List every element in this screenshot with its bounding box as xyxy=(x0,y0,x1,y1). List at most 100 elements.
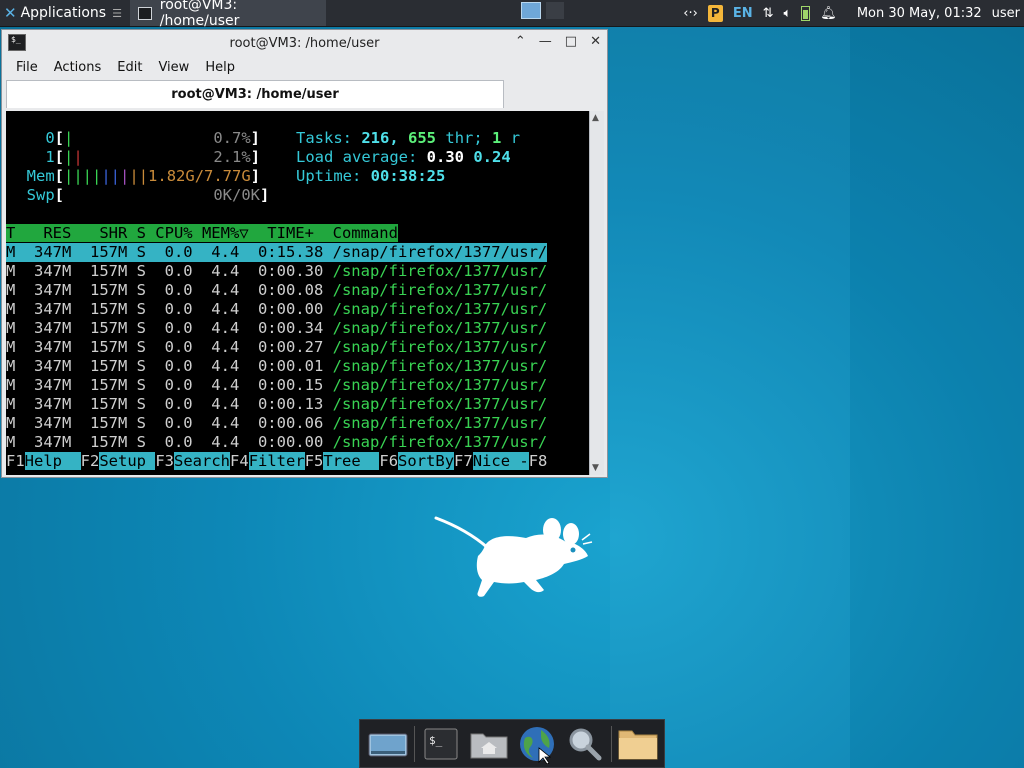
process-row[interactable]: M 347M 157M S 0.0 4.4 0:00.00 /snap/fire… xyxy=(6,300,547,319)
terminal-icon[interactable]: $_ xyxy=(8,34,26,51)
desktop-background-band xyxy=(850,27,1024,768)
search-icon xyxy=(569,728,602,760)
maximize-button[interactable]: □ xyxy=(565,34,577,49)
function-key[interactable]: F8 xyxy=(529,452,548,470)
notifications-bell-icon[interactable]: 🔔︎ xyxy=(820,6,837,21)
function-key[interactable]: F1 xyxy=(6,452,25,470)
process-command: /snap/firefox/1377/usr/ xyxy=(332,319,548,337)
process-stats: M 347M 157M S 0.0 4.4 0:00.15 xyxy=(6,376,333,394)
function-key[interactable]: F4 xyxy=(230,452,249,470)
home-folder-launcher[interactable] xyxy=(465,722,513,766)
close-button[interactable]: ✕ xyxy=(590,34,601,49)
function-key-label[interactable]: Help xyxy=(24,452,81,470)
network-transfer-icon[interactable]: ⇅ xyxy=(763,6,774,21)
process-command: /snap/firefox/1377/usr/ xyxy=(332,433,548,451)
swap-meter: Swp[ 0K/0K] xyxy=(26,186,270,204)
process-row[interactable]: M 347M 157M S 0.0 4.4 0:00.34 /snap/fire… xyxy=(6,319,547,338)
function-key[interactable]: F2 xyxy=(81,452,100,470)
applications-label: Applications xyxy=(20,5,107,21)
uptime: Uptime: 00:38:25 xyxy=(296,167,446,185)
terminal-window: $_ root@VM3: /home/user ⌃ — □ ✕ File Act… xyxy=(1,29,608,478)
process-row[interactable]: M 347M 157M S 0.0 4.4 0:00.01 /snap/fire… xyxy=(6,357,547,376)
function-key[interactable]: F3 xyxy=(155,452,174,470)
applications-menu[interactable]: ✕ Applications ☰ xyxy=(0,0,126,26)
menu-bar: File Actions Edit View Help xyxy=(2,56,607,78)
process-row[interactable]: M 347M 157M S 0.0 4.4 0:00.27 /snap/fire… xyxy=(6,338,547,357)
web-browser-launcher[interactable] xyxy=(513,722,561,766)
taskbar-item-terminal[interactable]: root@VM3: /home/user xyxy=(129,0,326,29)
workspace-1[interactable] xyxy=(521,2,541,19)
process-row[interactable]: M 347M 157M S 0.0 4.4 0:00.13 /snap/fire… xyxy=(6,395,547,414)
process-command: /snap/firefox/1377/usr/ xyxy=(332,243,548,261)
function-key-label[interactable]: Setup xyxy=(99,452,156,470)
menu-file[interactable]: File xyxy=(8,60,46,75)
process-stats: M 347M 157M S 0.0 4.4 0:00.00 xyxy=(6,433,333,451)
tab-bar: root@VM3: /home/user xyxy=(6,80,604,110)
terminal-scrollbar[interactable]: ▲ ▼ xyxy=(589,111,604,475)
terminal-icon xyxy=(137,6,152,20)
web-browser-icon xyxy=(520,726,554,764)
process-command: /snap/firefox/1377/usr/ xyxy=(332,414,548,432)
terminal-icon: $_ xyxy=(424,728,458,759)
function-key-label[interactable]: SortBy xyxy=(398,452,455,470)
shade-button[interactable]: ⌃ xyxy=(515,34,526,49)
home-folder-icon xyxy=(470,733,508,758)
parcellite-icon[interactable]: P xyxy=(707,4,723,22)
scroll-down-icon[interactable]: ▼ xyxy=(592,463,599,473)
user-menu[interactable]: user xyxy=(992,6,1020,21)
process-stats: M 347M 157M S 0.0 4.4 0:00.34 xyxy=(6,319,333,337)
process-command: /snap/firefox/1377/usr/ xyxy=(332,357,548,375)
folder-launcher[interactable] xyxy=(614,722,662,766)
cpu0-meter: 0[| 0.7%] xyxy=(45,129,261,147)
menu-help[interactable]: Help xyxy=(197,60,243,75)
process-stats: M 347M 157M S 0.0 4.4 0:00.00 xyxy=(6,300,333,318)
battery-icon[interactable] xyxy=(801,5,811,21)
process-stats: M 347M 157M S 0.0 4.4 0:00.13 xyxy=(6,395,333,413)
process-command: /snap/firefox/1377/usr/ xyxy=(332,281,548,299)
function-key[interactable]: F6 xyxy=(379,452,398,470)
show-desktop-button[interactable] xyxy=(364,722,412,766)
function-key-label[interactable]: Tree xyxy=(323,452,380,470)
function-key-label[interactable]: Nice - xyxy=(472,452,529,470)
network-icon[interactable]: ‹·› xyxy=(683,6,698,21)
xfce-logo-icon: ✕ xyxy=(4,4,17,22)
function-key-label[interactable]: Filter xyxy=(248,452,305,470)
menu-actions[interactable]: Actions xyxy=(46,60,110,75)
keyboard-layout-indicator[interactable]: EN xyxy=(733,6,753,21)
process-table-header[interactable]: T RES SHR S CPU% MEM%▽ TIME+ Command xyxy=(6,224,398,243)
process-row[interactable]: M 347M 157M S 0.0 4.4 0:00.00 /snap/fire… xyxy=(6,433,547,452)
taskbar-item-label: root@VM3: /home/user xyxy=(159,0,240,29)
dock-separator xyxy=(414,725,415,762)
app-finder-launcher[interactable] xyxy=(561,722,609,766)
process-stats: M 347M 157M S 0.0 4.4 0:00.08 xyxy=(6,281,333,299)
scroll-up-icon[interactable]: ▲ xyxy=(592,113,599,123)
system-tray: ‹·› P EN ⇅ 🔈︎ 🔔︎ Mon 30 May, 01:32 user xyxy=(683,0,1024,26)
process-command: /snap/firefox/1377/usr/ xyxy=(332,300,548,318)
tab-terminal[interactable]: root@VM3: /home/user xyxy=(6,80,504,108)
xfce-mouse-logo xyxy=(434,516,593,597)
process-row[interactable]: M 347M 157M S 0.0 4.4 0:00.06 /snap/fire… xyxy=(6,414,547,433)
function-key-label[interactable]: Search xyxy=(174,452,231,470)
window-titlebar[interactable]: $_ root@VM3: /home/user ⌃ — □ ✕ xyxy=(2,30,607,56)
function-key[interactable]: F7 xyxy=(454,452,473,470)
process-stats: M 347M 157M S 0.0 4.4 0:00.27 xyxy=(6,338,333,356)
minimize-button[interactable]: — xyxy=(539,34,552,49)
volume-icon[interactable]: 🔈︎ xyxy=(783,6,791,21)
function-key[interactable]: F5 xyxy=(305,452,324,470)
process-row[interactable]: M 347M 157M S 0.0 4.4 0:00.30 /snap/fire… xyxy=(6,262,547,281)
workspace-2[interactable] xyxy=(546,2,564,19)
folder-icon xyxy=(618,730,658,759)
menu-handle-icon: ☰ xyxy=(112,6,122,20)
menu-view[interactable]: View xyxy=(150,60,197,75)
terminal-launcher[interactable]: $_ xyxy=(417,722,465,766)
load-average: Load average: 0.30 0.24 xyxy=(296,148,511,166)
clock[interactable]: Mon 30 May, 01:32 xyxy=(857,6,982,21)
top-panel: ✕ Applications ☰ root@VM3: /home/user ‹·… xyxy=(0,0,1024,29)
terminal-output[interactable]: 0[| 0.7%] 1[|| 2.1%] Mem[|||||||||1.82G/… xyxy=(6,111,589,475)
process-row[interactable]: M 347M 157M S 0.0 4.4 0:00.08 /snap/fire… xyxy=(6,281,547,300)
process-stats: M 347M 157M S 0.0 4.4 0:00.30 xyxy=(6,262,333,280)
process-row[interactable]: M 347M 157M S 0.0 4.4 0:15.38 /snap/fire… xyxy=(6,243,548,262)
tasks-summary: Tasks: 216, 655 thr; 1 r xyxy=(296,129,521,147)
process-row[interactable]: M 347M 157M S 0.0 4.4 0:00.15 /snap/fire… xyxy=(6,376,547,395)
menu-edit[interactable]: Edit xyxy=(109,60,150,75)
